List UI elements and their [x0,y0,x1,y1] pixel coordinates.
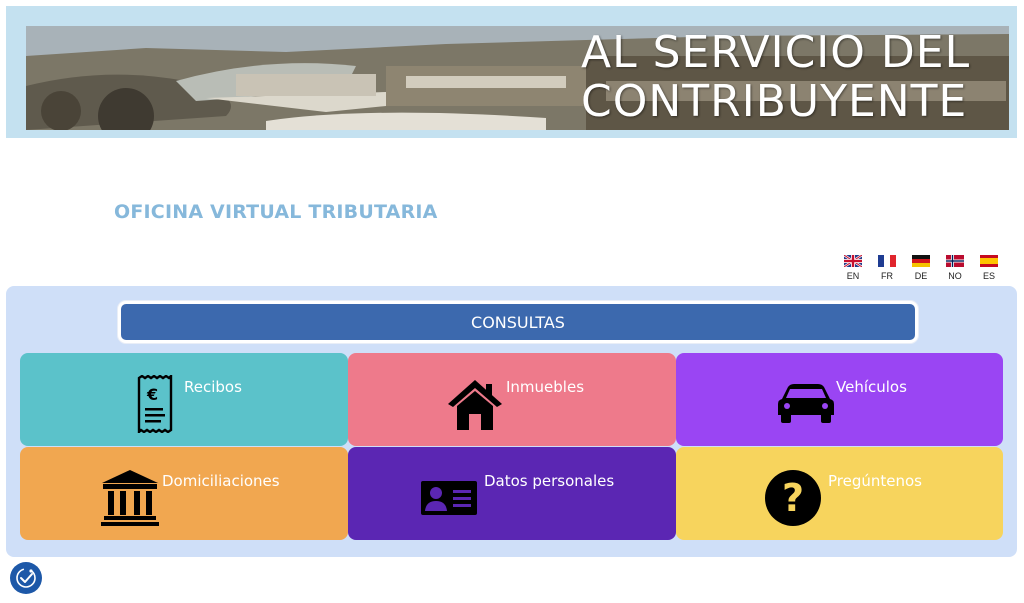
bank-icon [101,470,159,526]
house-icon [448,380,502,430]
id-card-icon [421,481,477,515]
header-banner: AL SERVICIO DEL CONTRIBUYENTE [6,6,1017,138]
uk-flag-icon [844,255,862,267]
tile-label: Recibos [184,378,242,396]
tile-label: Datos personales [484,472,615,490]
tile-inmuebles[interactable]: Inmuebles [348,353,676,446]
language-en[interactable]: EN [843,255,863,281]
language-code: NO [948,271,962,281]
svg-text:?: ? [782,476,804,520]
tile-preguntenos[interactable]: ? Pregúntenos [676,447,1003,540]
language-es[interactable]: ES [979,255,999,281]
consultas-header: CONSULTAS [118,301,918,343]
page-title: OFICINA VIRTUAL TRIBUTARIA [114,201,438,223]
language-code: FR [881,271,893,281]
language-code: ES [982,271,995,281]
spain-flag-icon [980,255,998,267]
france-flag-icon [878,255,896,267]
language-selector: EN FR DE NO ES [843,255,999,281]
question-mark-icon: ? [765,470,821,526]
banner-title-line-2: CONTRIBUYENTE [581,76,968,127]
language-no[interactable]: NO [945,255,965,281]
receipt-euro-icon: € [137,375,173,433]
germany-flag-icon [912,255,930,267]
tile-vehiculos[interactable]: Vehículos [676,353,1003,446]
tile-label: Domiciliaciones [162,472,280,490]
tile-datos-personales[interactable]: Datos personales [348,447,676,540]
tile-label: Pregúntenos [828,472,922,490]
accessibility-icon [16,568,36,588]
language-code: EN [846,271,860,281]
language-de[interactable]: DE [911,255,931,281]
svg-text:€: € [146,385,158,404]
language-code: DE [914,271,928,281]
tile-recibos[interactable]: € Recibos [20,353,348,446]
norway-flag-icon [946,255,964,267]
accessibility-button[interactable] [10,562,42,594]
banner-title: AL SERVICIO DEL CONTRIBUYENTE [581,28,1001,126]
tile-label: Inmuebles [506,378,585,396]
banner-photo: AL SERVICIO DEL CONTRIBUYENTE [26,26,1009,130]
banner-title-line-1: AL SERVICIO DEL [581,27,971,78]
car-icon [778,384,834,423]
tile-label: Vehículos [836,378,907,396]
tile-domiciliaciones[interactable]: Domiciliaciones [20,447,348,540]
language-fr[interactable]: FR [877,255,897,281]
